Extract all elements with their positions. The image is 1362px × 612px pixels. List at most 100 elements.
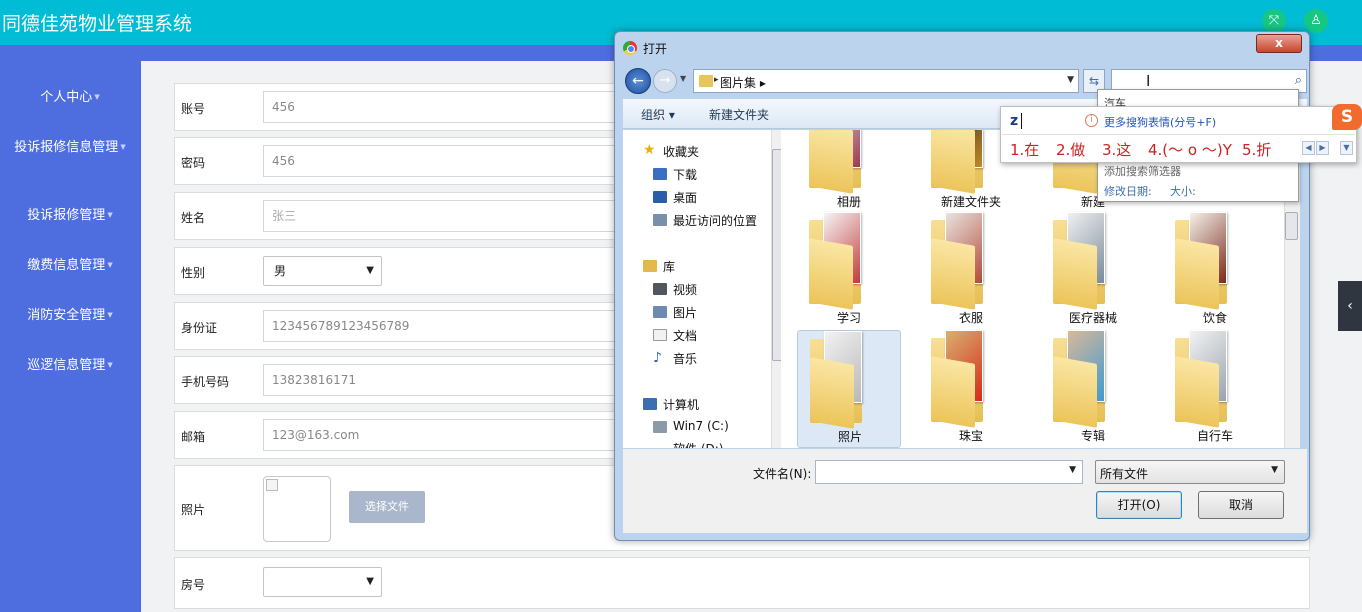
organize-button[interactable]: 组织 ▾ (641, 106, 675, 123)
search-icon[interactable]: ⌕ (1295, 73, 1302, 88)
sogou-logo-icon: S (1332, 104, 1362, 130)
filename-label: 文件名(N): (753, 467, 812, 481)
ime-candidate[interactable]: 4.(～ o ～)Y (1148, 139, 1232, 160)
fullscreen-icon[interactable]: ⤧ (1262, 9, 1286, 33)
account-label: 账号 (181, 102, 206, 116)
file-type-select[interactable]: 所有文件 ▼ (1095, 460, 1285, 484)
name-input[interactable]: 张三 (263, 200, 663, 232)
sidebar: 个人中心 ▼ 投诉报修信息管理 ▼ 投诉报修管理 ▼ 缴费信息管理 ▼ 消防安全管理 ▼ … (0, 45, 141, 612)
chevron-down-icon: ▼ (1271, 465, 1278, 475)
ime-divider (1002, 134, 1355, 135)
phone-input[interactable]: 13823816171 (263, 364, 663, 396)
chevron-down-icon[interactable]: ▼ (1069, 465, 1076, 475)
add-search-filter: 添加搜索筛选器 (1104, 165, 1181, 178)
nav-videos[interactable]: 视频 (673, 281, 697, 298)
ime-next-page-icon[interactable]: ▶ (1316, 141, 1329, 155)
password-label: 密码 (181, 156, 206, 170)
folder-item[interactable]: 衣服 (919, 212, 1023, 330)
ime-candidate[interactable]: 1.在 (1010, 139, 1039, 160)
sidebar-item-complaint-info[interactable]: 投诉报修信息管理 ▼ (10, 139, 130, 156)
room-label: 房号 (181, 578, 206, 592)
dialog-footer: 文件名(N): ▼ 所有文件 ▼ 打开(O) 取消 (623, 449, 1307, 533)
back-arrow-icon[interactable]: ← (625, 68, 651, 94)
id-label: 身份证 (181, 321, 218, 335)
ime-menu-icon[interactable]: ▼ (1340, 141, 1353, 155)
chevron-down-icon[interactable]: ▼ (1067, 75, 1074, 85)
sidebar-item-fire-safety[interactable]: 消防安全管理 ▼ (10, 307, 130, 324)
id-input[interactable]: 123456789123456789 (263, 310, 663, 342)
photo-preview (263, 476, 331, 542)
music-icon: ♪ (653, 350, 662, 366)
sidebar-item-complaint-manage[interactable]: 投诉报修管理 ▼ (10, 207, 130, 224)
filename-input[interactable]: ▼ (815, 460, 1083, 484)
open-button[interactable]: 打开(O) (1096, 491, 1182, 519)
ime-candidate-window: z i 更多搜狗表情(分号+F) S 1.在 2.做 3.这 4.(～ o ～)… (1000, 104, 1362, 163)
download-icon (653, 168, 667, 180)
library-icon (643, 260, 657, 272)
folder-icon (699, 75, 713, 87)
cancel-button[interactable]: 取消 (1198, 491, 1284, 519)
nav-downloads[interactable]: 下载 (673, 166, 697, 183)
ime-composition: z (1010, 113, 1019, 129)
computer-icon (643, 398, 657, 410)
photo-label: 照片 (181, 503, 206, 517)
ime-caret (1021, 113, 1022, 129)
gender-select[interactable]: 男 ▼ (263, 256, 382, 286)
ime-candidate[interactable]: 2.做 (1056, 139, 1085, 160)
ime-emoji-hint[interactable]: 更多搜狗表情(分号+F) (1104, 114, 1216, 130)
email-input[interactable]: 123@163.com (263, 419, 663, 451)
name-label: 姓名 (181, 211, 206, 225)
ime-candidate[interactable]: 5.折 (1242, 139, 1271, 160)
sidebar-item-patrol[interactable]: 巡逻信息管理 ▼ (10, 357, 130, 374)
documents-icon (653, 329, 667, 341)
sidebar-item-personal-center[interactable]: 个人中心 ▼ (10, 89, 130, 106)
drive-icon (653, 421, 667, 433)
nav-computer[interactable]: 计算机 (663, 396, 699, 413)
app-title: 同德佳苑物业管理系统 (2, 13, 193, 35)
video-icon (653, 283, 667, 295)
email-label: 邮箱 (181, 430, 206, 444)
nav-documents[interactable]: 文档 (673, 327, 697, 344)
desktop-icon (653, 191, 667, 203)
broken-image-icon (266, 479, 278, 491)
chevron-down-icon: ▼ (366, 576, 374, 587)
ime-candidate[interactable]: 3.这 (1102, 139, 1131, 160)
dialog-title: 打开 (643, 42, 668, 56)
folder-item[interactable]: 饮食 (1163, 212, 1267, 330)
password-input[interactable]: 456 (263, 145, 663, 177)
choose-file-button[interactable]: 选择文件 (349, 491, 425, 523)
star-icon: ★ (643, 142, 656, 158)
close-button[interactable]: x (1256, 34, 1302, 53)
folder-item[interactable]: 相册 (797, 130, 901, 214)
new-folder-button[interactable]: 新建文件夹 (709, 106, 769, 123)
nav-win7-c[interactable]: Win7 (C:) (673, 419, 729, 433)
filter-size[interactable]: 大小: (1170, 183, 1196, 199)
sidebar-item-payment[interactable]: 缴费信息管理 ▼ (10, 257, 130, 274)
folder-item[interactable]: 专辑 (1041, 330, 1145, 448)
ime-prev-page-icon[interactable]: ◀ (1302, 141, 1315, 155)
recent-pages-dropdown[interactable]: ▼ (680, 74, 686, 83)
chevron-left-icon[interactable]: ‹ (1338, 281, 1362, 331)
folder-item[interactable]: 学习 (797, 212, 901, 330)
folder-item[interactable]: 医疗器械 (1041, 212, 1145, 330)
nav-music[interactable]: 音乐 (673, 350, 697, 367)
user-icon[interactable]: ♙ (1304, 9, 1328, 33)
nav-desktop[interactable]: 桌面 (673, 189, 697, 206)
account-input[interactable]: 456 (263, 91, 663, 123)
folder-item[interactable]: 珠宝 (919, 330, 1023, 448)
breadcrumb-pictures[interactable]: 图片集 ▸ (720, 74, 766, 91)
filter-modified-date[interactable]: 修改日期: (1104, 183, 1152, 199)
nav-libraries[interactable]: 库 (663, 258, 675, 275)
chevron-down-icon: ▼ (366, 265, 374, 276)
nav-recent[interactable]: 最近访问的位置 (673, 212, 757, 229)
path-breadcrumb[interactable]: ▸ 图片集 ▸ ▼ (693, 69, 1079, 93)
nav-drive-d[interactable]: 软件 (D:) (673, 440, 723, 448)
nav-pictures[interactable]: 图片 (673, 304, 697, 321)
files-scrollbar-thumb[interactable] (1285, 212, 1298, 240)
folder-item[interactable]: 自行车 (1163, 330, 1267, 448)
room-select[interactable]: ▼ (263, 567, 382, 597)
nav-favorites[interactable]: 收藏夹 (663, 143, 699, 160)
folder-item-selected[interactable]: 照片 (797, 330, 901, 448)
forward-arrow-icon[interactable]: → (653, 69, 677, 93)
recent-places-icon (653, 214, 667, 226)
